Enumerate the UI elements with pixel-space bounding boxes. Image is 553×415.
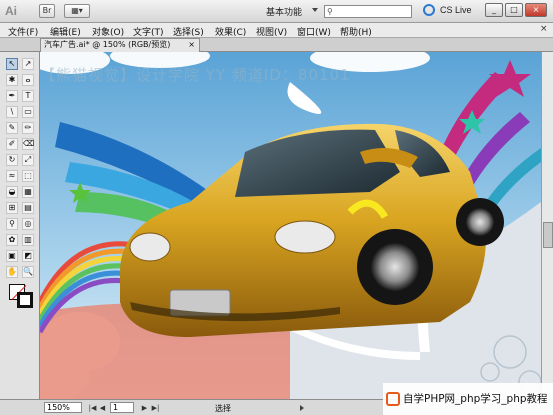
magic-wand-icon[interactable]: ✱: [6, 74, 18, 86]
line-segment-icon[interactable]: \: [6, 106, 18, 118]
mesh-icon[interactable]: ⊞: [6, 202, 18, 214]
eraser-icon[interactable]: ⌫: [22, 138, 34, 150]
perspective-grid-icon[interactable]: ▦: [22, 186, 34, 198]
selection-arrow-icon[interactable]: ↖: [6, 58, 18, 70]
search-input[interactable]: ⚲: [324, 5, 412, 18]
pen-icon[interactable]: ✒: [6, 90, 18, 102]
document-tab-title: 汽车广告.ai* @ 150% (RGB/预览): [44, 40, 171, 49]
app-logo: Ai: [5, 4, 17, 18]
first-artboard-button[interactable]: |◀: [88, 403, 97, 413]
menu-close-button[interactable]: ×: [540, 24, 548, 34]
blend-icon[interactable]: ◎: [22, 218, 34, 230]
site-watermark: 自学PHP网_php学习_php教程: [383, 383, 553, 415]
zoom-field[interactable]: 150%: [44, 402, 82, 413]
scale-icon[interactable]: ⤢: [22, 154, 34, 166]
type-icon[interactable]: T: [22, 90, 34, 102]
bridge-button[interactable]: Br: [39, 4, 55, 18]
scrollbar-thumb[interactable]: [543, 222, 553, 248]
search-icon: ⚲: [327, 7, 333, 16]
gradient-icon[interactable]: ▤: [22, 202, 34, 214]
chevron-down-icon[interactable]: [312, 8, 318, 12]
eyedropper-icon[interactable]: ⚲: [6, 218, 18, 230]
last-artboard-button[interactable]: ▶|: [151, 403, 160, 413]
site-logo-icon: [386, 392, 400, 406]
rotate-icon[interactable]: ↻: [6, 154, 18, 166]
hand-icon[interactable]: ✋: [6, 266, 18, 278]
document-tab[interactable]: 汽车广告.ai* @ 150% (RGB/预览) ×: [40, 38, 200, 52]
slice-icon[interactable]: ◩: [22, 250, 34, 262]
artboard-icon[interactable]: ▣: [6, 250, 18, 262]
close-button[interactable]: ×: [525, 3, 547, 17]
menu-object[interactable]: 对象(O): [92, 25, 124, 38]
menu-effect[interactable]: 效果(C): [215, 25, 246, 38]
workspace-switcher[interactable]: 基本功能: [266, 5, 302, 18]
rectangle-icon[interactable]: ▭: [22, 106, 34, 118]
zoom-icon[interactable]: 🔍: [22, 266, 34, 278]
menu-view[interactable]: 视图(V): [256, 25, 287, 38]
width-icon[interactable]: ≈: [6, 170, 18, 182]
vertical-scrollbar[interactable]: [541, 52, 553, 399]
menu-file[interactable]: 文件(F): [8, 25, 38, 38]
artboard-canvas[interactable]: 【熊猫视觉】设计学院 YY 频道ID：80101: [40, 52, 541, 399]
next-artboard-button[interactable]: ▶: [140, 403, 149, 413]
menu-help[interactable]: 帮助(H): [340, 25, 372, 38]
document-tab-bar: 汽车广告.ai* @ 150% (RGB/预览) ×: [0, 38, 553, 52]
shape-builder-icon[interactable]: ◒: [6, 186, 18, 198]
title-bar: Ai Br ▦▾ 基本功能 ⚲ CS Live _ □ ×: [0, 0, 553, 23]
column-graph-icon[interactable]: ▥: [22, 234, 34, 246]
menu-edit[interactable]: 编辑(E): [50, 25, 81, 38]
stroke-color-swatch[interactable]: [17, 292, 33, 308]
menu-select[interactable]: 选择(S): [173, 25, 204, 38]
site-watermark-text: 自学PHP网_php学习_php教程: [403, 393, 548, 405]
menu-type[interactable]: 文字(T): [133, 25, 164, 38]
tools-panel: ↖ ↗ ✱ ⴰ ✒ T \ ▭ ✎ ✏ ✐ ⌫ ↻ ⤢ ≈ ⬚ ◒ ▦ ⊞ ▤ ⚲ ◎ ✿ ▥ ▣ ◩ ✋ 🔍: [0, 52, 40, 399]
current-tool-label: 选择: [215, 404, 231, 413]
artboard-number-field[interactable]: 1: [110, 402, 134, 413]
artwork: [40, 52, 541, 399]
status-menu-arrow-icon[interactable]: [300, 405, 304, 411]
cs-live-icon: [423, 4, 435, 16]
menu-window[interactable]: 窗口(W): [297, 25, 331, 38]
minimize-button[interactable]: _: [485, 3, 503, 17]
free-transform-icon[interactable]: ⬚: [22, 170, 34, 182]
arrange-documents-button[interactable]: ▦▾: [64, 4, 90, 18]
pencil-icon[interactable]: ✏: [22, 122, 34, 134]
menu-bar: 文件(F) 编辑(E) 对象(O) 文字(T) 选择(S) 效果(C) 视图(V…: [0, 23, 553, 38]
maximize-button[interactable]: □: [505, 3, 523, 17]
paintbrush-icon[interactable]: ✎: [6, 122, 18, 134]
symbol-sprayer-icon[interactable]: ✿: [6, 234, 18, 246]
lasso-icon[interactable]: ⴰ: [22, 74, 34, 86]
cs-live-button[interactable]: CS Live: [440, 5, 472, 15]
direct-selection-icon[interactable]: ↗: [22, 58, 34, 70]
prev-artboard-button[interactable]: ◀: [98, 403, 107, 413]
close-tab-icon[interactable]: ×: [188, 39, 195, 51]
watermark-text: 【熊猫视觉】设计学院 YY 频道ID：80101: [40, 66, 351, 84]
blob-brush-icon[interactable]: ✐: [6, 138, 18, 150]
